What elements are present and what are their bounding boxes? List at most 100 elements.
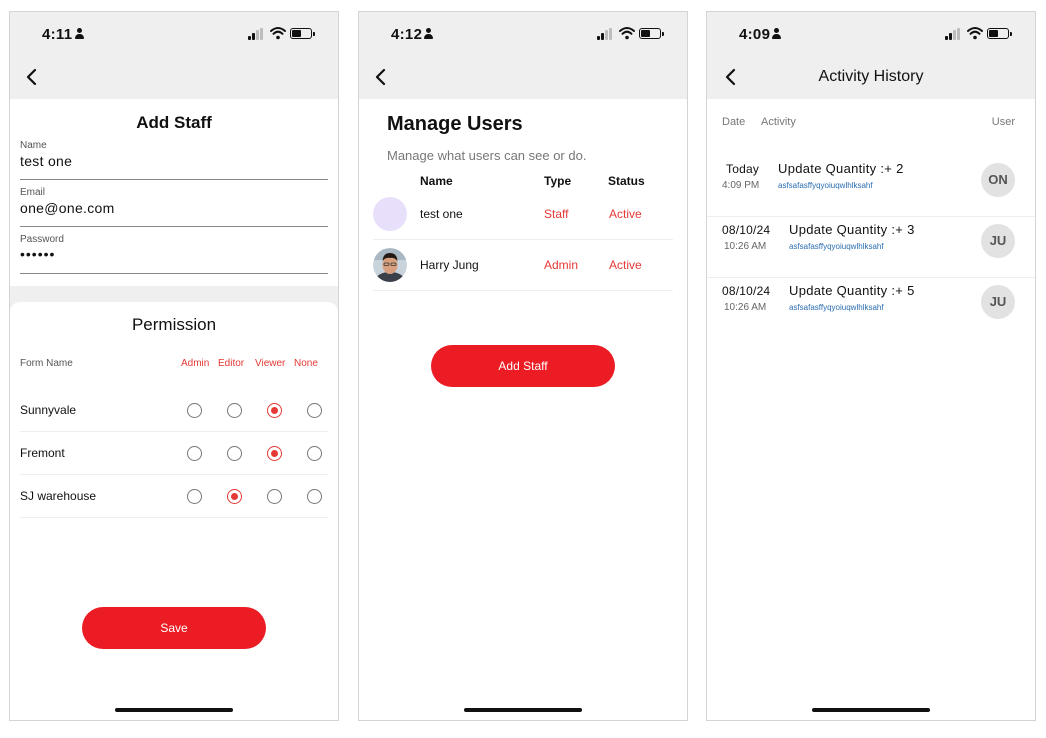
password-field[interactable]: Password •••••• [20, 234, 328, 274]
signal-icon [248, 28, 266, 40]
status-time: 4:12 [391, 26, 423, 43]
radio-none[interactable] [307, 489, 322, 504]
signal-icon [597, 28, 615, 40]
person-icon [74, 28, 85, 40]
activity-row[interactable]: Today 4:09 PM Update Quantity :+ 2 asfsa… [707, 157, 1035, 217]
wifi-icon [967, 27, 983, 40]
status-time: 4:11 [42, 26, 73, 43]
user-row[interactable]: Harry Jung Admin Active [373, 240, 673, 291]
nav-bar: Activity History [707, 57, 1035, 99]
activity-detail: asfsafasffyqyoiuqwlhlksahf [789, 242, 884, 251]
row-label: Fremont [20, 446, 65, 460]
column-admin: Admin [181, 358, 210, 369]
add-staff-button[interactable]: Add Staff [431, 345, 615, 387]
column-viewer: Viewer [255, 358, 286, 369]
user-row[interactable]: test one Staff Active [373, 189, 673, 240]
screen-activity-history: 4:09 Activity History Date Activity User… [706, 11, 1036, 721]
password-label: Password [20, 234, 64, 245]
activity-date: 08/10/24 [722, 223, 771, 237]
page-title: Activity History [818, 68, 924, 85]
radio-editor[interactable] [227, 403, 242, 418]
name-value: test one [20, 153, 73, 169]
radio-editor[interactable] [227, 489, 242, 504]
radio-viewer[interactable] [267, 403, 282, 418]
row-label: Sunnyvale [20, 403, 77, 417]
user-name: test one [420, 207, 463, 221]
activity-time: 10:26 AM [724, 302, 767, 313]
status-bar: 4:09 [707, 12, 1035, 57]
battery-icon [987, 28, 1012, 39]
person-icon [423, 28, 434, 40]
wifi-icon [270, 27, 286, 40]
email-label: Email [20, 187, 46, 198]
radio-viewer[interactable] [267, 489, 282, 504]
permission-row: SJ warehouse [20, 475, 328, 518]
page-title: Manage Users [387, 113, 523, 135]
column-activity: Activity [761, 116, 796, 128]
name-label: Name [20, 140, 47, 151]
column-date: Date [722, 116, 746, 128]
chevron-left-icon[interactable] [373, 67, 389, 87]
permission-row: Sunnyvale [20, 389, 328, 432]
nav-bar [359, 57, 687, 99]
user-status: Active [609, 207, 642, 221]
name-field[interactable]: Name test one [20, 140, 328, 180]
column-status: Status [608, 174, 645, 188]
activity-title: Update Quantity :+ 5 [789, 283, 915, 298]
activity-detail: asfsafasffyqyoiuqwlhlksahf [778, 181, 873, 190]
battery-icon [639, 28, 664, 39]
page-subtitle: Manage what users can see or do. [387, 148, 587, 163]
row-label: SJ warehouse [20, 489, 97, 503]
column-user: User [991, 116, 1015, 128]
user-status: Active [609, 258, 642, 272]
avatar [373, 248, 407, 282]
radio-admin[interactable] [187, 403, 202, 418]
radio-admin[interactable] [187, 446, 202, 461]
email-field[interactable]: Email one@one.com [20, 187, 328, 227]
activity-time: 4:09 PM [722, 180, 760, 191]
battery-icon [290, 28, 315, 39]
radio-none[interactable] [307, 403, 322, 418]
status-bar: 4:11 [10, 12, 338, 57]
user-name: Harry Jung [420, 258, 479, 272]
column-none: None [294, 358, 318, 369]
signal-icon [945, 28, 963, 40]
activity-title: Update Quantity :+ 3 [789, 222, 915, 237]
user-type: Staff [544, 207, 569, 221]
activity-row[interactable]: 08/10/24 10:26 AM Update Quantity :+ 3 a… [707, 218, 1035, 278]
status-icons [597, 26, 667, 42]
column-name: Name [420, 174, 453, 188]
save-button[interactable]: Save [82, 607, 266, 649]
status-icons [945, 26, 1015, 42]
avatar [373, 197, 407, 231]
user-badge: ON [981, 163, 1015, 197]
person-icon [771, 28, 782, 40]
column-type: Type [544, 174, 572, 188]
user-badge: JU [981, 224, 1015, 258]
page-title: Add Staff [136, 113, 212, 132]
home-indicator [812, 708, 930, 712]
home-indicator [464, 708, 582, 712]
permission-row: Fremont [20, 432, 328, 475]
wifi-icon [619, 27, 635, 40]
screen-manage-users: 4:12 Manage Users Manage what users can … [358, 11, 688, 721]
nav-bar [10, 57, 338, 99]
radio-editor[interactable] [227, 446, 242, 461]
radio-viewer[interactable] [267, 446, 282, 461]
status-bar: 4:12 [359, 12, 687, 57]
home-indicator [115, 708, 233, 712]
permission-title: Permission [131, 315, 217, 334]
screen-add-staff: 4:11 Add Staff Name test one Email one@o… [9, 11, 339, 721]
email-value: one@one.com [20, 200, 115, 216]
form-name-header: Form Name [20, 358, 73, 369]
chevron-left-icon[interactable] [24, 67, 40, 87]
activity-time: 10:26 AM [724, 241, 767, 252]
activity-row[interactable]: 08/10/24 10:26 AM Update Quantity :+ 5 a… [707, 279, 1035, 339]
status-time: 4:09 [739, 26, 771, 43]
activity-detail: asfsafasffyqyoiuqwlhlksahf [789, 303, 884, 312]
radio-none[interactable] [307, 446, 322, 461]
password-value: •••••• [20, 246, 56, 262]
activity-date: Today [726, 162, 760, 176]
user-type: Admin [544, 258, 579, 272]
radio-admin[interactable] [187, 489, 202, 504]
